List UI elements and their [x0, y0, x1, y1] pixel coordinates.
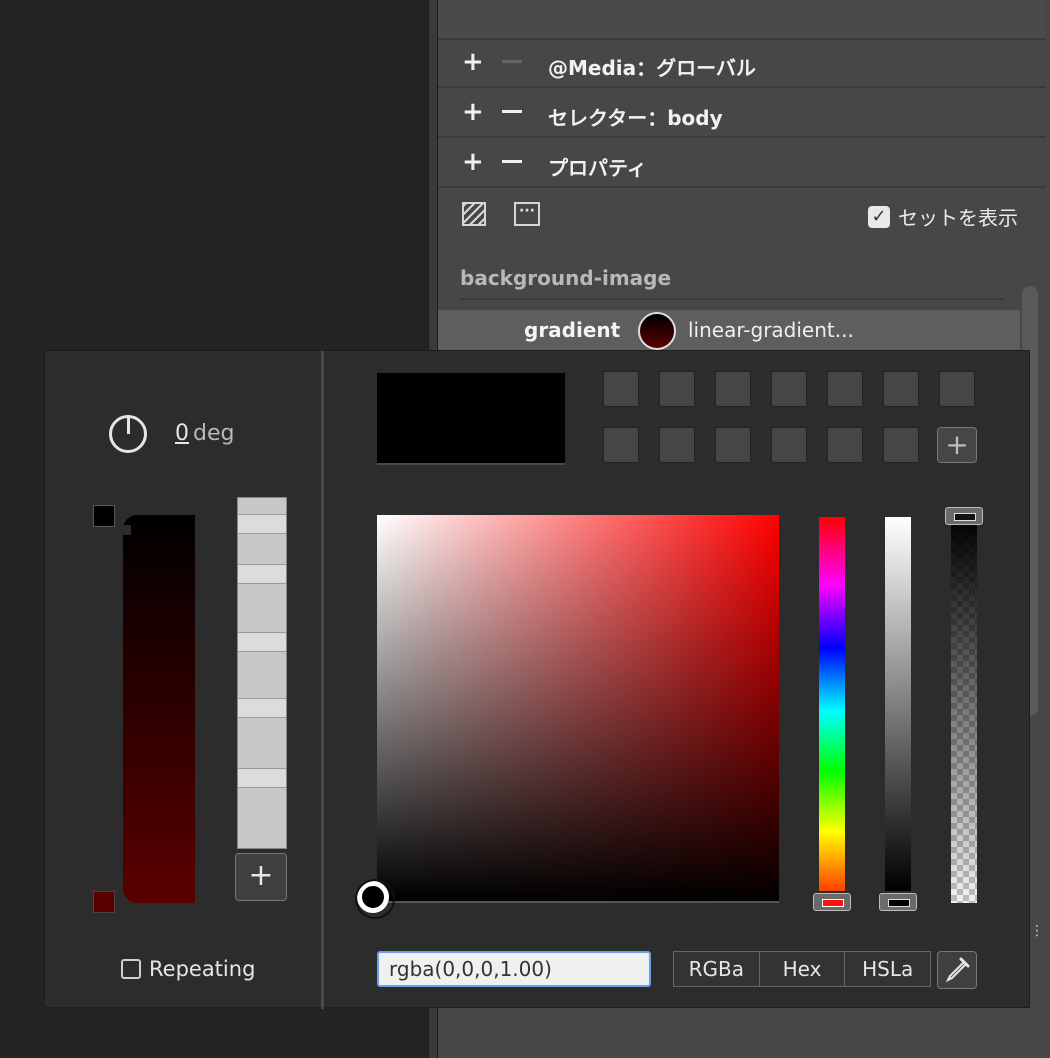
show-set-checkbox[interactable]: ✓ — [868, 205, 890, 228]
selector-row: + セレクター：body — [438, 90, 1046, 138]
properties-row-label[interactable]: プロパティ — [548, 152, 647, 181]
media-row-label[interactable]: @Media：グローバル — [548, 52, 756, 81]
rail-slot[interactable] — [238, 632, 286, 652]
grip-icon[interactable]: ⋮ — [1030, 924, 1044, 948]
swatch-slot[interactable] — [659, 371, 695, 407]
swatch-slot[interactable] — [715, 371, 751, 407]
heading-divider — [460, 298, 1004, 300]
repeating-option[interactable]: Repeating — [121, 957, 255, 981]
rail-slot[interactable] — [238, 564, 286, 584]
swatch-slot[interactable] — [603, 427, 639, 463]
add-swatch-button[interactable]: + — [937, 427, 977, 463]
remove-selector-button[interactable] — [502, 110, 522, 113]
swatch-slot[interactable] — [939, 371, 975, 407]
eyedropper-icon[interactable] — [937, 951, 977, 989]
rail-slot[interactable] — [238, 514, 286, 534]
repeating-checkbox[interactable] — [121, 959, 141, 979]
hue-slider[interactable] — [819, 517, 845, 891]
angle-value[interactable]: 0 — [175, 421, 189, 446]
preview-underline — [377, 463, 565, 465]
property-toolbar: ··· ✓ セットを表示 — [438, 190, 1050, 236]
add-media-button[interactable]: + — [462, 48, 484, 76]
color-stop-bottom[interactable] — [93, 891, 115, 913]
selector-row-label[interactable]: セレクター：body — [548, 102, 723, 131]
property-name: gradient — [524, 318, 621, 342]
lightness-slider-handle[interactable] — [879, 893, 917, 911]
properties-row: + プロパティ — [438, 140, 1046, 188]
alpha-slider[interactable] — [951, 517, 977, 903]
media-row: + @Media：グローバル — [438, 40, 1046, 88]
color-cursor[interactable] — [355, 879, 395, 919]
property-group-heading: background-image — [460, 266, 672, 290]
gradient-picker-popup: 0 deg + Repeating + RGBa Hex HSLa — [44, 350, 1030, 1009]
remove-media-button — [502, 60, 522, 63]
mode-hex-button[interactable]: Hex — [759, 952, 846, 986]
swatch-slot[interactable] — [771, 427, 807, 463]
color-mode-group: RGBa Hex HSLa — [673, 951, 931, 987]
more-options-icon[interactable]: ··· — [514, 202, 540, 226]
color-preview — [377, 373, 565, 463]
rail-slot[interactable] — [238, 698, 286, 718]
field-underline — [377, 901, 779, 903]
swatch-slot[interactable] — [715, 427, 751, 463]
rail-slot[interactable] — [238, 768, 286, 788]
mode-hsla-button[interactable]: HSLa — [845, 952, 931, 986]
swatch-slot[interactable] — [883, 371, 919, 407]
hue-slider-handle[interactable] — [813, 893, 851, 911]
show-set-toggle[interactable]: ✓ セットを表示 — [868, 202, 1018, 231]
add-property-button[interactable]: + — [462, 148, 484, 176]
gradient-stop-rail[interactable] — [237, 497, 287, 849]
color-stop-top[interactable] — [93, 505, 115, 527]
show-set-label: セットを表示 — [898, 206, 1018, 230]
picker-divider — [321, 351, 324, 1009]
swatch-slot[interactable] — [659, 427, 695, 463]
swatch-slot[interactable] — [603, 371, 639, 407]
add-stop-button[interactable]: + — [235, 853, 287, 901]
gradient-preview-bar[interactable] — [119, 515, 195, 903]
lightness-slider[interactable] — [885, 517, 911, 891]
panel-top-strip — [438, 0, 1046, 40]
gradient-swatch[interactable] — [638, 312, 676, 350]
color-value-input[interactable] — [377, 951, 651, 987]
saturation-value-field[interactable] — [377, 515, 779, 901]
mode-rgba-button[interactable]: RGBa — [674, 952, 760, 986]
swatch-slot[interactable] — [771, 371, 807, 407]
swatch-slot[interactable] — [827, 427, 863, 463]
property-value[interactable]: linear-gradient... — [688, 318, 854, 342]
gradient-property-row[interactable]: gradient linear-gradient... — [438, 310, 1020, 352]
remove-property-button[interactable] — [502, 160, 522, 163]
repeating-label: Repeating — [149, 957, 256, 981]
swatch-slot[interactable] — [827, 371, 863, 407]
hatch-pattern-icon[interactable] — [462, 202, 486, 226]
angle-dial-icon[interactable] — [109, 415, 147, 453]
swatch-slot[interactable] — [883, 427, 919, 463]
alpha-slider-handle[interactable] — [945, 507, 983, 525]
angle-unit: deg — [193, 421, 235, 446]
add-selector-button[interactable]: + — [462, 98, 484, 126]
